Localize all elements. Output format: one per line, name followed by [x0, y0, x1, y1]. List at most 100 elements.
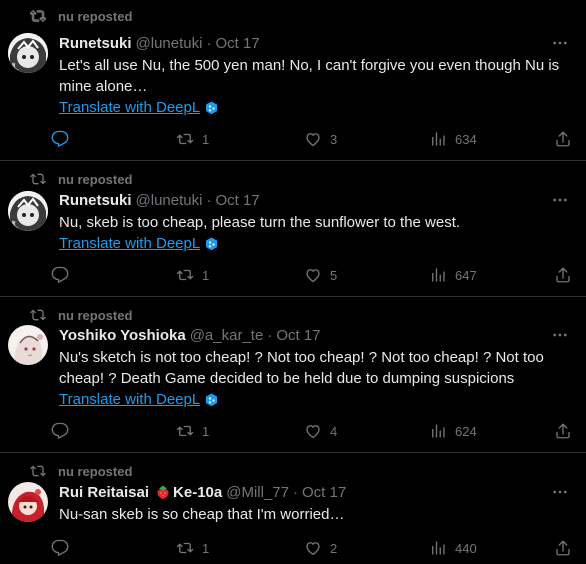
repost-label[interactable]: nu reposted	[58, 172, 132, 187]
timestamp[interactable]: Oct 17	[276, 327, 320, 344]
user-handle[interactable]: @lunetuki	[136, 192, 203, 209]
action-bar: 1 5 647	[51, 264, 580, 286]
translate-link[interactable]: Translate with DeepL	[59, 97, 218, 118]
user-handle[interactable]: @lunetuki	[136, 35, 203, 52]
views-icon	[432, 541, 445, 555]
views-count: 624	[455, 423, 477, 439]
reply-button[interactable]	[51, 422, 77, 440]
reply-button[interactable]	[51, 130, 77, 148]
translate-label[interactable]: Translate with DeepL	[59, 233, 200, 254]
display-name[interactable]: Runetsuki	[59, 35, 132, 52]
reply-icon	[51, 539, 69, 556]
tweet-text: Let's all use Nu, the 500 yen man! No, I…	[59, 57, 560, 95]
like-button[interactable]: 4	[304, 422, 337, 440]
like-icon	[306, 269, 320, 283]
views-icon	[432, 268, 445, 282]
like-count: 2	[330, 540, 338, 556]
tweet[interactable]: nu reposted Runetsuki @lunetuki · Oct 17	[0, 161, 586, 297]
deepl-icon	[206, 101, 218, 114]
repost-indicator: nu reposted	[30, 463, 132, 479]
views-count: 647	[455, 267, 477, 283]
repost-button[interactable]: 1	[176, 539, 209, 557]
display-name[interactable]: Rui Reitaisai	[59, 484, 149, 501]
timeline-feed: nu reposted Runetsuki @lunetuki · Oct 17	[0, 0, 586, 564]
tweet[interactable]: nu reposted Yoshiko Yoshioka @a_kar_te ·…	[0, 297, 586, 453]
timestamp[interactable]: Oct 17	[215, 35, 259, 52]
like-count: 3	[330, 131, 338, 147]
share-button[interactable]	[554, 539, 572, 557]
share-button[interactable]	[554, 422, 572, 440]
repost-indicator: nu reposted	[30, 8, 132, 24]
avatar[interactable]	[8, 33, 48, 73]
reply-icon	[51, 130, 69, 147]
repost-icon	[30, 309, 46, 321]
repost-button[interactable]: 1	[176, 130, 209, 148]
reply-icon	[51, 266, 69, 283]
more-icon	[553, 198, 567, 202]
repost-indicator: nu reposted	[30, 171, 132, 187]
avatar[interactable]	[8, 191, 48, 231]
separator-dot: ·	[267, 326, 273, 344]
repost-icon	[30, 9, 46, 23]
more-button[interactable]	[550, 33, 570, 53]
like-button[interactable]: 3	[304, 130, 337, 148]
share-button[interactable]	[554, 130, 572, 148]
like-button[interactable]: 5	[304, 266, 337, 284]
more-icon	[553, 490, 567, 494]
separator-dot: ·	[292, 483, 298, 501]
action-bar: 1 2 440	[51, 537, 580, 559]
like-count: 5	[330, 267, 338, 283]
repost-count: 1	[202, 540, 210, 556]
tweet-text: Nu-san skeb is so cheap that I'm worried…	[59, 506, 345, 523]
views-count: 634	[455, 131, 477, 147]
views-button[interactable]: 634	[429, 130, 477, 148]
views-count: 440	[455, 540, 477, 556]
repost-label[interactable]: nu reposted	[58, 9, 132, 24]
views-button[interactable]: 624	[429, 422, 477, 440]
translate-label[interactable]: Translate with DeepL	[59, 389, 200, 410]
share-icon	[556, 423, 570, 439]
repost-button[interactable]: 1	[176, 266, 209, 284]
strawberry-icon	[157, 485, 169, 499]
repost-label[interactable]: nu reposted	[58, 464, 132, 479]
tweet-text: Nu's sketch is not too cheap! ? Not too …	[59, 349, 544, 387]
display-name[interactable]: Yoshiko Yoshioka	[59, 327, 186, 344]
repost-icon	[176, 133, 194, 145]
timestamp[interactable]: Oct 17	[215, 192, 259, 209]
more-button[interactable]	[550, 325, 570, 345]
reply-button[interactable]	[51, 266, 77, 284]
display-name[interactable]: Runetsuki	[59, 192, 132, 209]
translate-label[interactable]: Translate with DeepL	[59, 97, 200, 118]
user-handle[interactable]: @Mill_77	[226, 484, 289, 501]
action-bar: 1 3 634	[51, 128, 580, 150]
deepl-icon	[206, 393, 218, 406]
like-icon	[306, 542, 320, 556]
repost-label[interactable]: nu reposted	[58, 308, 132, 323]
more-icon	[553, 41, 567, 45]
action-bar: 1 4 624	[51, 420, 580, 442]
reply-button[interactable]	[51, 539, 77, 557]
repost-count: 1	[202, 267, 210, 283]
translate-link[interactable]: Translate with DeepL	[59, 389, 218, 410]
views-button[interactable]: 440	[429, 539, 477, 557]
tweet[interactable]: nu reposted Runetsuki @lunetuki · Oct 17	[0, 0, 586, 161]
more-button[interactable]	[550, 190, 570, 210]
separator-dot: ·	[206, 191, 212, 209]
views-icon	[432, 132, 445, 146]
separator-dot: ·	[206, 34, 212, 52]
user-handle[interactable]: @a_kar_te	[190, 327, 264, 344]
like-button[interactable]: 2	[304, 539, 337, 557]
repost-count: 1	[202, 423, 210, 439]
more-button[interactable]	[550, 482, 570, 502]
avatar[interactable]	[8, 325, 48, 365]
views-button[interactable]: 647	[429, 266, 477, 284]
repost-icon	[30, 465, 46, 477]
avatar[interactable]	[8, 482, 48, 522]
display-name-suffix[interactable]: Ke-10a	[173, 484, 222, 501]
views-icon	[432, 424, 445, 438]
timestamp[interactable]: Oct 17	[302, 484, 346, 501]
repost-button[interactable]: 1	[176, 422, 209, 440]
tweet[interactable]: nu reposted Rui Reitaisai Ke-10a @Mill_7…	[0, 453, 586, 564]
share-button[interactable]	[554, 266, 572, 284]
translate-link[interactable]: Translate with DeepL	[59, 233, 218, 254]
